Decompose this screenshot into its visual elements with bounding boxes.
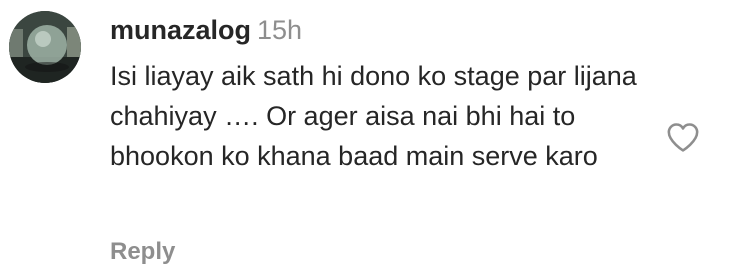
username[interactable]: munazalog <box>110 15 251 45</box>
timestamp: 15h <box>257 15 303 45</box>
comment-header: munazalog 15h <box>110 12 655 48</box>
heart-outline-icon <box>667 123 699 152</box>
like-button[interactable] <box>666 121 700 153</box>
comment-text: Isi liayay aik sath hi dono ko stage par… <box>110 61 637 171</box>
comment: munazalog 15h Isi liayay aik sath hi dono… <box>0 0 730 280</box>
comment-body: munazalog 15h Isi liayay aik sath hi dono… <box>110 12 655 176</box>
reply-button[interactable]: Reply <box>110 238 175 266</box>
avatar[interactable] <box>9 11 81 83</box>
avatar-image <box>9 11 81 83</box>
